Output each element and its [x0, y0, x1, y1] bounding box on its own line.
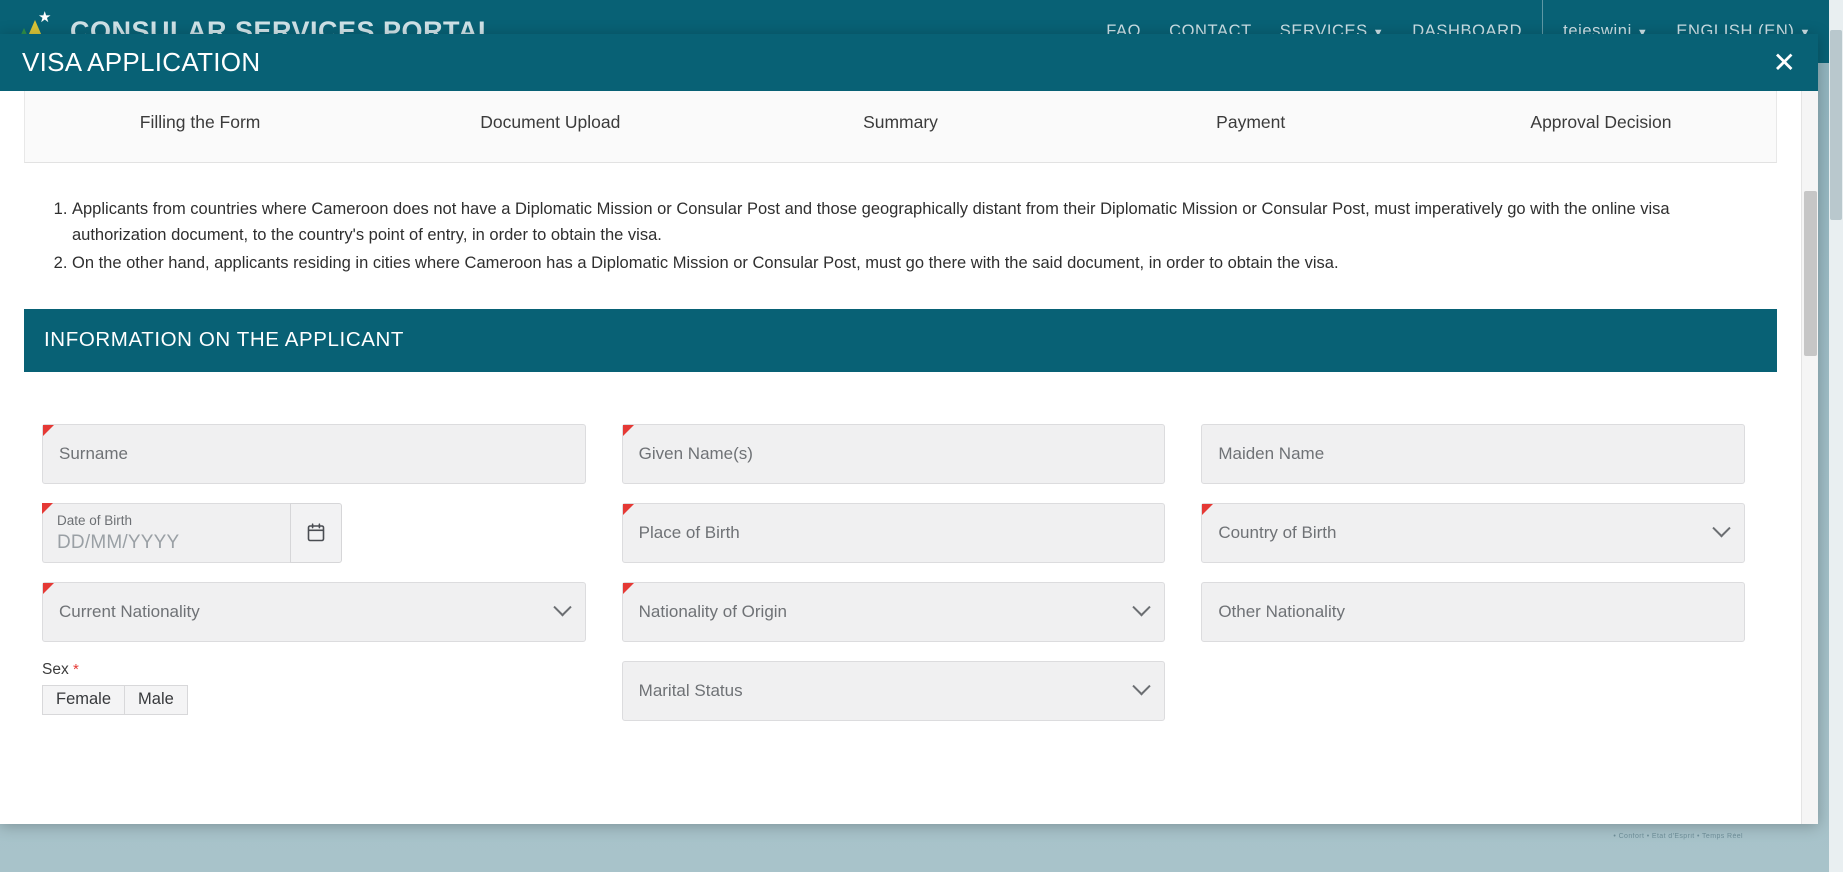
modal-header: VISA APPLICATION ✕: [0, 34, 1818, 91]
surname-input[interactable]: Surname: [42, 423, 586, 484]
modal-scrollbar-thumb[interactable]: [1804, 191, 1817, 356]
date-of-birth-label: Date of Birth: [57, 512, 133, 528]
field-current-nationality: Current Nationality: [42, 581, 586, 642]
progress-stepper: Filling the Form Document Upload Summary…: [24, 91, 1777, 163]
sex-label-text: Sex: [42, 660, 69, 678]
sex-option-female[interactable]: Female: [42, 684, 126, 715]
instructions-block: Applicants from countries where Cameroon…: [0, 163, 1801, 277]
sex-toggle-group: Female Male: [42, 684, 586, 715]
nationality-of-origin-placeholder: Nationality of Origin: [638, 601, 787, 621]
field-surname: Surname: [42, 423, 586, 484]
field-nationality-of-origin: Nationality of Origin: [621, 581, 1166, 642]
modal-scrollbar[interactable]: [1801, 91, 1818, 824]
current-nationality-placeholder: Current Nationality: [59, 601, 200, 621]
field-spacer: [1201, 661, 1745, 721]
step-filling-the-form[interactable]: Filling the Form: [25, 112, 375, 133]
visa-application-modal: VISA APPLICATION ✕ Filling the Form Docu…: [0, 34, 1818, 824]
field-other-nationality: Other Nationality: [1201, 581, 1745, 642]
field-date-of-birth: Date of Birth DD/MM/YYYY: [42, 502, 586, 563]
applicant-form: Surname Given Name(s) Maiden Name Date o…: [24, 372, 1777, 721]
chevron-down-icon: [1132, 598, 1152, 617]
applicant-section-header: INFORMATION ON THE APPLICANT: [24, 308, 1777, 372]
step-payment[interactable]: Payment: [1076, 112, 1426, 133]
chevron-down-icon: [552, 598, 572, 617]
maiden-name-placeholder: Maiden Name: [1218, 443, 1325, 463]
date-of-birth-input[interactable]: Date of Birth DD/MM/YYYY: [42, 502, 290, 563]
instruction-item: On the other hand, applicants residing i…: [72, 251, 1761, 277]
given-names-placeholder: Given Name(s): [638, 443, 753, 463]
modal-scroll-area: Filling the Form Document Upload Summary…: [0, 91, 1801, 824]
close-icon[interactable]: ✕: [1773, 48, 1796, 77]
step-approval-decision[interactable]: Approval Decision: [1426, 112, 1776, 133]
nationality-of-origin-select[interactable]: Nationality of Origin: [621, 581, 1166, 642]
maiden-name-input[interactable]: Maiden Name: [1201, 423, 1745, 484]
step-summary[interactable]: Summary: [725, 112, 1075, 133]
country-of-birth-select[interactable]: Country of Birth: [1201, 502, 1745, 563]
applicant-section: INFORMATION ON THE APPLICANT Surname Giv…: [24, 308, 1777, 721]
surname-placeholder: Surname: [59, 443, 128, 463]
field-country-of-birth: Country of Birth: [1201, 502, 1745, 563]
instruction-item: Applicants from countries where Cameroon…: [72, 197, 1761, 248]
applicant-section-title: INFORMATION ON THE APPLICANT: [44, 328, 405, 352]
sex-option-male[interactable]: Male: [125, 684, 188, 715]
chevron-down-icon: [1132, 677, 1152, 696]
field-marital-status: Marital Status: [621, 660, 1166, 721]
marital-status-select[interactable]: Marital Status: [621, 660, 1166, 721]
calendar-icon[interactable]: [290, 502, 342, 563]
portal-microtext: • Confort • Etat d'Esprit • Temps Réel: [1613, 833, 1743, 840]
modal-title: VISA APPLICATION: [22, 47, 261, 77]
place-of-birth-input[interactable]: Place of Birth: [621, 502, 1166, 563]
date-of-birth-placeholder: DD/MM/YYYY: [57, 531, 180, 553]
current-nationality-select[interactable]: Current Nationality: [42, 581, 586, 642]
chevron-down-icon: [1712, 519, 1731, 538]
field-sex: Sex * Female Male: [42, 661, 586, 721]
page-scrollbar-thumb[interactable]: [1830, 30, 1842, 220]
given-names-input[interactable]: Given Name(s): [621, 423, 1166, 484]
marital-status-placeholder: Marital Status: [638, 680, 743, 700]
field-maiden-name: Maiden Name: [1201, 423, 1745, 484]
place-of-birth-placeholder: Place of Birth: [638, 522, 740, 542]
step-document-upload[interactable]: Document Upload: [375, 112, 725, 133]
country-of-birth-placeholder: Country of Birth: [1218, 522, 1337, 542]
modal-body: Filling the Form Document Upload Summary…: [0, 91, 1818, 824]
other-nationality-input[interactable]: Other Nationality: [1201, 581, 1745, 642]
date-of-birth-group: Date of Birth DD/MM/YYYY: [42, 502, 342, 563]
page-scrollbar[interactable]: [1829, 0, 1843, 872]
field-given-names: Given Name(s): [621, 423, 1166, 484]
required-asterisk: *: [73, 660, 79, 678]
other-nationality-placeholder: Other Nationality: [1218, 601, 1345, 621]
field-place-of-birth: Place of Birth: [621, 502, 1166, 563]
sex-label: Sex *: [42, 661, 586, 679]
